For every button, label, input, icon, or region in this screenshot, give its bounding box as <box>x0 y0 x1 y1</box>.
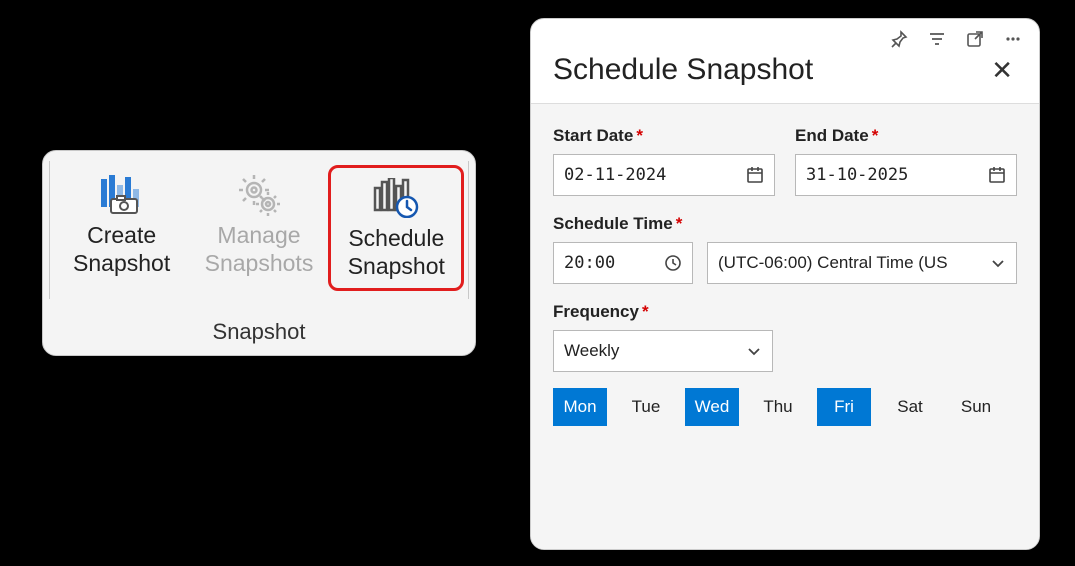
end-date-value: 31-10-2025 <box>806 165 908 185</box>
timezone-value: (UTC-06:00) Central Time (US <box>718 253 948 273</box>
gear-icon <box>195 171 323 219</box>
clock-icon <box>664 254 682 272</box>
required-mark: * <box>642 302 649 321</box>
day-fri[interactable]: Fri <box>817 388 871 426</box>
day-mon[interactable]: Mon <box>553 388 607 426</box>
day-sat[interactable]: Sat <box>883 388 937 426</box>
end-date-input[interactable]: 31-10-2025 <box>795 154 1017 196</box>
required-mark: * <box>636 126 643 145</box>
day-tue[interactable]: Tue <box>619 388 673 426</box>
required-mark: * <box>872 126 879 145</box>
manage-snapshots-button[interactable]: ManageSnapshots <box>191 165 327 285</box>
panel-toolbar <box>531 19 1039 49</box>
day-sun[interactable]: Sun <box>949 388 1003 426</box>
create-snapshot-button[interactable]: CreateSnapshot <box>54 165 190 285</box>
schedule-snapshot-label: ScheduleSnapshot <box>335 224 457 280</box>
required-mark: * <box>676 214 683 233</box>
schedule-snapshot-icon <box>335 174 457 222</box>
day-thu[interactable]: Thu <box>751 388 805 426</box>
end-date-label: End Date* <box>795 126 1017 146</box>
chevron-down-icon <box>746 343 762 359</box>
start-date-input[interactable]: 02-11-2024 <box>553 154 775 196</box>
time-value: 20:00 <box>564 253 615 273</box>
more-icon[interactable] <box>1003 29 1023 49</box>
schedule-snapshot-dialog: Schedule Snapshot ✕ Start Date* 02-11-20… <box>530 18 1040 550</box>
start-date-label: Start Date* <box>553 126 775 146</box>
day-wed[interactable]: Wed <box>685 388 739 426</box>
panel-title: Schedule Snapshot <box>553 53 813 87</box>
close-button[interactable]: ✕ <box>987 53 1017 87</box>
start-date-value: 02-11-2024 <box>564 165 666 185</box>
calendar-icon <box>988 166 1006 184</box>
filter-icon[interactable] <box>927 29 947 49</box>
snapshot-ribbon-group: CreateSnapshot ManageSnapshots <box>42 150 476 356</box>
frequency-value: Weekly <box>564 341 619 361</box>
create-snapshot-icon <box>58 171 186 219</box>
schedule-time-label: Schedule Time* <box>553 214 1017 234</box>
panel-body: Start Date* 02-11-2024 End Date* 31-10-2… <box>531 104 1039 549</box>
start-date-field: Start Date* 02-11-2024 <box>553 126 775 196</box>
panel-header: Schedule Snapshot ✕ <box>531 49 1039 104</box>
timezone-select[interactable]: (UTC-06:00) Central Time (US <box>707 242 1017 284</box>
schedule-snapshot-button[interactable]: ScheduleSnapshot <box>328 165 464 291</box>
popout-icon[interactable] <box>965 29 985 49</box>
manage-snapshots-label: ManageSnapshots <box>195 221 323 277</box>
frequency-label: Frequency* <box>553 302 1017 322</box>
frequency-select[interactable]: Weekly <box>553 330 773 372</box>
chevron-down-icon <box>990 255 1006 271</box>
time-input[interactable]: 20:00 <box>553 242 693 284</box>
ribbon-group-title: Snapshot <box>43 317 475 355</box>
calendar-icon <box>746 166 764 184</box>
days-of-week-picker: Mon Tue Wed Thu Fri Sat Sun <box>553 388 1017 426</box>
create-snapshot-label: CreateSnapshot <box>58 221 186 277</box>
end-date-field: End Date* 31-10-2025 <box>795 126 1017 196</box>
ribbon-buttons-row: CreateSnapshot ManageSnapshots <box>43 159 475 317</box>
pin-icon[interactable] <box>889 29 909 49</box>
